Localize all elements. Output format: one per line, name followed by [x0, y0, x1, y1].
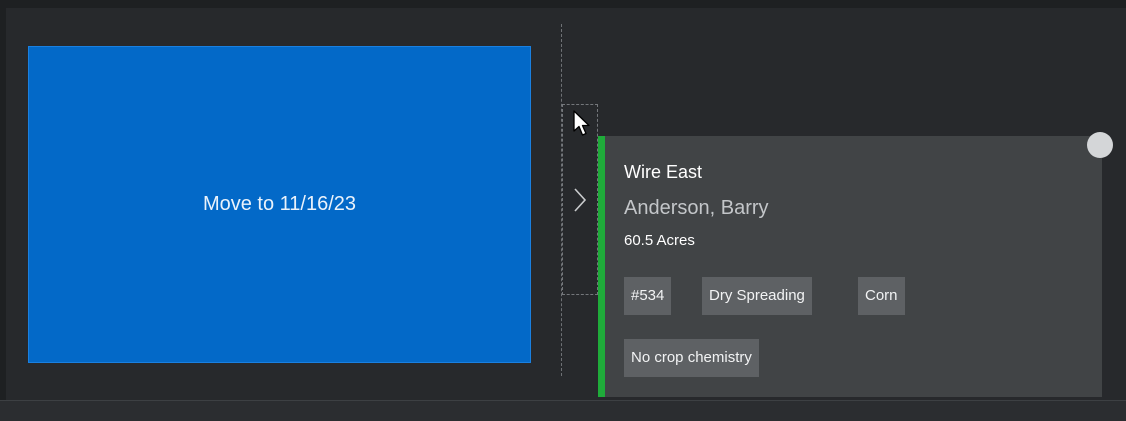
move-drop-target[interactable]: Move to 11/16/23	[28, 46, 531, 363]
tag-chemistry: No crop chemistry	[624, 339, 759, 377]
move-drop-target-label: Move to 11/16/23	[202, 193, 357, 215]
tag-crop: Corn	[858, 277, 905, 315]
tag-job-number: #534	[624, 277, 672, 315]
mouse-pointer-icon	[573, 110, 590, 136]
job-card[interactable]: Wire East Anderson, Barry 60.5 Acres #53…	[598, 136, 1102, 397]
grower-name: Anderson, Barry	[624, 197, 769, 219]
acres-value: 60.5 Acres	[624, 232, 695, 249]
bottom-bar	[0, 400, 1126, 421]
job-title: Wire East	[624, 162, 703, 182]
status-dot-icon[interactable]	[1087, 132, 1113, 158]
tag-operation: Dry Spreading	[702, 277, 812, 315]
chevron-right-icon	[574, 188, 587, 212]
